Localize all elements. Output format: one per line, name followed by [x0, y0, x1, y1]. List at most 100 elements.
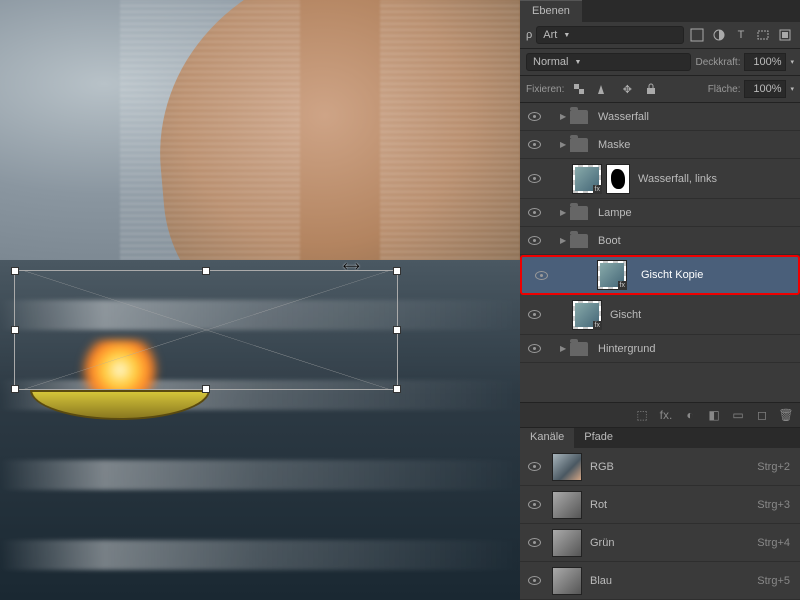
canvas-viewport[interactable]: ⤢ [0, 0, 520, 600]
layer-row[interactable]: fx Gischt Kopie [520, 255, 800, 295]
expand-arrow-icon[interactable]: ▶ [560, 344, 570, 353]
transform-handle[interactable] [393, 326, 401, 334]
transform-handle[interactable] [11, 326, 19, 334]
filter-adjust-icon[interactable] [710, 26, 728, 44]
adjustment-icon[interactable]: ◧ [706, 407, 722, 423]
channel-row[interactable]: RGBStrg+2 [520, 448, 800, 486]
new-layer-icon[interactable]: ◻ [754, 407, 770, 423]
eye-icon [528, 174, 541, 183]
group-icon[interactable]: ▭ [730, 407, 746, 423]
channel-name: Grün [590, 537, 757, 549]
transform-handle[interactable] [11, 267, 19, 275]
trash-icon[interactable]: 🗑 [778, 407, 794, 423]
layer-row[interactable]: fx Wasserfall, links [520, 159, 800, 199]
visibility-toggle[interactable] [520, 576, 548, 585]
blend-mode-select[interactable]: Normal ▼ [526, 53, 691, 71]
visibility-toggle[interactable] [527, 271, 555, 280]
transform-handle[interactable] [202, 385, 210, 393]
channel-name: RGB [590, 461, 757, 473]
channel-row[interactable]: GrünStrg+4 [520, 524, 800, 562]
layer-thumbnail[interactable]: fx [597, 260, 627, 290]
transform-handle[interactable] [393, 267, 401, 275]
folder-icon [570, 138, 588, 152]
layer-name[interactable]: Lampe [594, 207, 800, 219]
chevron-down-icon: ▼ [563, 32, 570, 39]
layer-row[interactable]: ▶ Boot [520, 227, 800, 255]
eye-icon [528, 576, 541, 585]
eye-icon [528, 344, 541, 353]
layer-name[interactable]: Boot [594, 235, 800, 247]
layer-mask-thumbnail[interactable] [606, 164, 630, 194]
expand-arrow-icon[interactable]: ▶ [560, 140, 570, 149]
tab-paths[interactable]: Pfade [574, 428, 623, 448]
tab-channels[interactable]: Kanäle [520, 428, 574, 448]
mask-icon[interactable]: ◐ [682, 407, 698, 423]
tab-layers[interactable]: Ebenen [520, 0, 582, 22]
fill-input[interactable]: 100% [744, 80, 786, 98]
channel-shortcut: Strg+2 [757, 461, 800, 473]
blend-mode-value: Normal [533, 56, 568, 68]
visibility-toggle[interactable] [520, 140, 548, 149]
visibility-toggle[interactable] [520, 538, 548, 547]
layers-bottom-bar: ⬚ fx. ◐ ◧ ▭ ◻ 🗑 [520, 402, 800, 427]
lock-all-icon[interactable] [642, 80, 660, 98]
free-transform-box[interactable] [14, 270, 398, 390]
transform-handle[interactable] [393, 385, 401, 393]
channel-row[interactable]: BlauStrg+5 [520, 562, 800, 600]
wave [0, 460, 520, 490]
channels-panel: Kanäle Pfade RGBStrg+2RotStrg+3GrünStrg+… [520, 427, 800, 600]
visibility-toggle[interactable] [520, 500, 548, 509]
fx-icon[interactable]: fx. [658, 407, 674, 423]
folder-icon [570, 234, 588, 248]
visibility-toggle[interactable] [520, 174, 548, 183]
layer-name[interactable]: Gischt [606, 309, 800, 321]
eye-icon [528, 462, 541, 471]
filter-pixel-icon[interactable] [688, 26, 706, 44]
layer-name[interactable]: Wasserfall [594, 111, 800, 123]
layer-thumbnail[interactable]: fx [572, 300, 602, 330]
filter-type-icon[interactable]: T [732, 26, 750, 44]
lock-position-icon[interactable]: ✥ [618, 80, 636, 98]
lock-pixels-icon[interactable] [594, 80, 612, 98]
filter-shape-icon[interactable] [754, 26, 772, 44]
visibility-toggle[interactable] [520, 208, 548, 217]
filter-label: Art [543, 29, 557, 41]
wave [0, 540, 520, 570]
chevron-down-icon[interactable]: ▾ [790, 58, 794, 66]
layer-row[interactable]: ▶ Wasserfall [520, 103, 800, 131]
transform-handle[interactable] [11, 385, 19, 393]
layer-name[interactable]: Wasserfall, links [634, 173, 800, 185]
layer-filter-type[interactable]: Art ▼ [536, 26, 684, 44]
layer-name[interactable]: Gischt Kopie [637, 269, 793, 281]
layers-list: ▶ Wasserfall ▶ Maske fx Wasserfall, links ▶ Lam… [520, 103, 800, 402]
opacity-input[interactable]: 100% [744, 53, 786, 71]
visibility-toggle[interactable] [520, 236, 548, 245]
visibility-toggle[interactable] [520, 344, 548, 353]
layer-row[interactable]: ▶ Maske [520, 131, 800, 159]
eye-icon [528, 310, 541, 319]
filter-glyph: ρ [526, 29, 532, 41]
layer-name[interactable]: Maske [594, 139, 800, 151]
fill-label: Fläche: [708, 84, 741, 95]
expand-arrow-icon[interactable]: ▶ [560, 112, 570, 121]
filter-smart-icon[interactable] [776, 26, 794, 44]
expand-arrow-icon[interactable]: ▶ [560, 208, 570, 217]
layer-name[interactable]: Hintergrund [594, 343, 800, 355]
expand-arrow-icon[interactable]: ▶ [560, 236, 570, 245]
visibility-toggle[interactable] [520, 310, 548, 319]
layer-row[interactable]: fx Gischt [520, 295, 800, 335]
boat-hull [30, 390, 210, 420]
visibility-toggle[interactable] [520, 112, 548, 121]
lock-fill-bar: Fixieren: ✥ Fläche: 100% ▾ [520, 76, 800, 103]
layer-row[interactable]: ▶ Hintergrund [520, 335, 800, 363]
transform-handle[interactable] [202, 267, 210, 275]
chevron-down-icon[interactable]: ▾ [790, 85, 794, 93]
folder-icon [570, 206, 588, 220]
channel-row[interactable]: RotStrg+3 [520, 486, 800, 524]
layer-row[interactable]: ▶ Lampe [520, 199, 800, 227]
layer-thumbnail[interactable]: fx [572, 164, 602, 194]
visibility-toggle[interactable] [520, 462, 548, 471]
lock-transparency-icon[interactable] [570, 80, 588, 98]
link-icon[interactable]: ⬚ [634, 407, 650, 423]
channel-shortcut: Strg+4 [757, 537, 800, 549]
